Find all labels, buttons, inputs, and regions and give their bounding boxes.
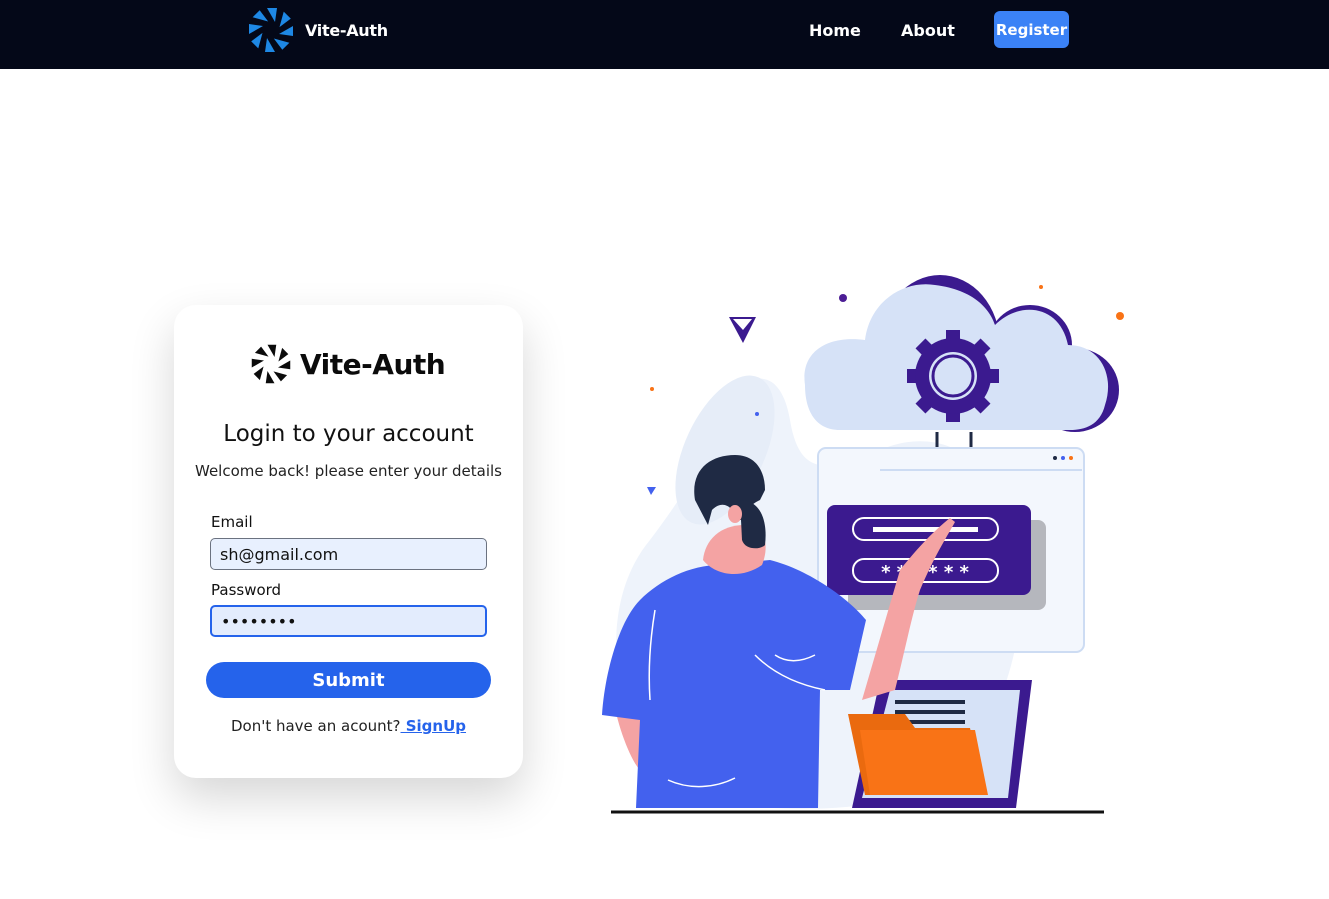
signup-row: Don't have an acount? SignUp [174,717,523,735]
email-label: Email [211,513,253,531]
confetti-dot [755,412,759,416]
nav-brand[interactable]: Vite-Auth [247,6,388,54]
confetti-dot [1039,285,1043,289]
confetti-dot [839,294,847,302]
signup-link[interactable]: SignUp [401,717,466,735]
login-subtitle: Welcome back! please enter your details [195,462,502,480]
aperture-logo-icon [251,344,291,384]
confetti-dot [650,387,654,391]
triangle-shape [647,487,656,495]
card-brand: Vite-Auth [250,343,446,385]
card-brand-text: Vite-Auth [300,347,446,381]
nav-brand-text: Vite-Auth [305,20,388,40]
gear-icon [907,330,999,422]
nav-home-link[interactable]: Home [809,21,861,40]
password-label: Password [211,581,282,599]
aperture-logo-icon [249,8,293,52]
login-card: Vite-Auth Login to your account Welcome … [174,305,523,778]
email-input[interactable]: sh@gmail.com [210,538,487,570]
register-button[interactable]: Register [994,11,1069,48]
login-illustration: * * * * * * [602,275,1124,814]
confetti-dot [1116,312,1124,320]
submit-button[interactable]: Submit [206,662,491,698]
login-title: Login to your account [223,421,474,447]
nav-about-link[interactable]: About [901,21,955,40]
top-navbar: Vite-Auth Home About Register [0,0,1329,69]
password-input[interactable]: •••••••• [210,605,487,637]
signup-prompt: Don't have an acount? [230,717,401,735]
